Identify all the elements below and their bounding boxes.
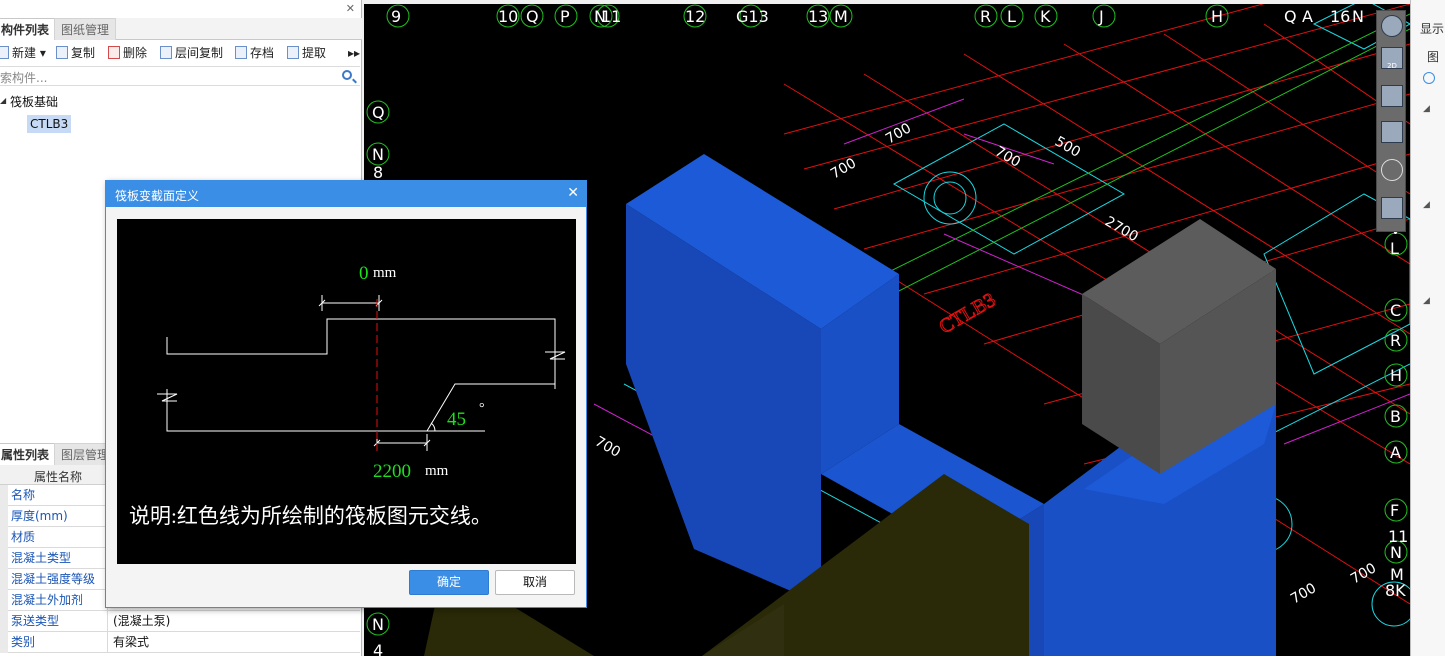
orbit-icon[interactable]: [1381, 15, 1403, 37]
dim-label: 500: [1052, 134, 1083, 161]
axis-label: M: [834, 7, 848, 26]
view-toolbar: 2D: [1376, 10, 1406, 232]
component-search[interactable]: 索构件...: [0, 66, 360, 86]
axis-label: K: [1040, 7, 1051, 26]
axis-label: 10: [498, 7, 518, 26]
axis-label: N: [372, 145, 384, 164]
axis-label: N: [1390, 543, 1402, 562]
axis-label: N: [372, 615, 384, 634]
bottom-offset-value[interactable]: 2200: [373, 461, 411, 482]
raft-variable-section-dialog: 筏板变截面定义 ✕ 0 mm 45 ° 2200 mm 说明:红色线为所绘制的筏…: [105, 180, 587, 608]
axis-label: G13: [736, 7, 769, 26]
expand-icon[interactable]: ◢: [1423, 104, 1430, 114]
axis-label: N: [1352, 7, 1364, 26]
axis-label: 9: [391, 7, 401, 26]
axis-label: H: [1211, 7, 1223, 26]
dropdown-arrow-icon[interactable]: ▾: [40, 46, 46, 60]
layer-grid-icon[interactable]: [1381, 197, 1403, 219]
floor-copy-button[interactable]: 层间复制: [160, 44, 223, 62]
display-panel-item[interactable]: 图: [1427, 48, 1439, 65]
dim-label: 700: [992, 144, 1023, 171]
axis-label: J: [1098, 7, 1104, 26]
save-icon: [235, 46, 247, 59]
axis-label: L: [1390, 239, 1399, 258]
dim-label: 700: [592, 434, 623, 461]
tab-component-list[interactable]: 构件列表: [0, 18, 57, 40]
component-toolbar: 新建 ▾ 复制 删除 层间复制 存档 提取 ▸▸: [0, 42, 362, 64]
axis-label: 4: [373, 641, 383, 656]
dim-label: 700: [1288, 580, 1319, 607]
close-icon[interactable]: ✕: [567, 185, 579, 201]
axis-label: 13: [808, 7, 828, 26]
view-box-icon[interactable]: [1381, 121, 1403, 143]
property-row[interactable]: 类别 有梁式: [0, 632, 360, 653]
dialog-title: 筏板变截面定义: [115, 189, 200, 203]
axis-label: A: [1302, 7, 1313, 26]
tree-collapse-icon[interactable]: ◢: [0, 96, 6, 105]
dialog-titlebar[interactable]: 筏板变截面定义 ✕: [106, 181, 586, 207]
expand-icon[interactable]: ◢: [1423, 200, 1430, 210]
axis-label: 12: [685, 7, 705, 26]
more-tools-icon[interactable]: ▸▸: [348, 44, 360, 62]
slope-angle-value[interactable]: 45: [447, 409, 466, 430]
axis-label: 11: [601, 7, 621, 26]
top-offset-unit: mm: [373, 265, 397, 281]
extract-button[interactable]: 提取: [287, 44, 326, 62]
bottom-offset-unit: mm: [425, 463, 449, 479]
axis-label: F: [1390, 501, 1399, 520]
search-input[interactable]: 索构件...: [0, 69, 47, 86]
degree-symbol: °: [479, 401, 485, 416]
axis-label: P: [560, 7, 570, 26]
display-radio[interactable]: [1423, 72, 1435, 84]
property-row[interactable]: 泵送类型 (混凝土泵): [0, 611, 360, 632]
panel-close-icon[interactable]: ✕: [346, 2, 355, 15]
axis-label: 8K: [1385, 581, 1406, 600]
view-3d-icon[interactable]: [1381, 85, 1403, 107]
display-panel-title: 显示: [1420, 22, 1445, 36]
tab-property-list[interactable]: 属性列表: [0, 443, 57, 465]
search-icon[interactable]: [342, 70, 352, 80]
axis-label: R: [1390, 331, 1401, 350]
new-button[interactable]: 新建 ▾: [0, 44, 46, 62]
view-2d-button[interactable]: 2D: [1381, 47, 1403, 70]
delete-icon: [108, 46, 120, 59]
ctlb3-label: CTLB3: [936, 289, 1000, 339]
save-button[interactable]: 存档: [235, 44, 274, 62]
dialog-note: 说明:红色线为所绘制的筏板图元交线。: [129, 504, 492, 528]
axis-label: R: [980, 7, 991, 26]
extract-icon: [287, 46, 299, 59]
axis-label: C: [1390, 301, 1401, 320]
section-diagram: 0 mm 45 ° 2200 mm 说明:红色线为所绘制的筏板图元交线。: [117, 219, 576, 564]
delete-button[interactable]: 删除: [108, 44, 147, 62]
dim-label: 700: [1348, 560, 1379, 587]
tree-node-ctlb3[interactable]: CTLB3: [27, 115, 72, 133]
axis-label: Q: [526, 7, 539, 26]
axis-label: 16: [1330, 7, 1350, 26]
copy-button[interactable]: 复制: [56, 44, 95, 62]
section-drawing: 0 mm 45 ° 2200 mm 说明:红色线为所绘制的筏板图元交线。: [129, 263, 566, 528]
component-tabbar: 构件列表 图纸管理: [0, 18, 362, 40]
tab-drawing-management[interactable]: 图纸管理: [54, 18, 117, 40]
floor-copy-icon: [160, 46, 172, 59]
expand-icon[interactable]: ◢: [1423, 296, 1430, 306]
ok-button[interactable]: 确定: [409, 570, 489, 595]
dim-label: 700: [828, 155, 859, 182]
rotate-icon[interactable]: [1381, 159, 1403, 181]
cancel-button[interactable]: 取消: [495, 570, 575, 595]
axis-label: A: [1390, 443, 1401, 462]
copy-icon: [56, 46, 68, 59]
axis-label: Q: [1284, 7, 1297, 26]
new-icon: [0, 46, 9, 59]
axis-label: Q: [372, 103, 385, 122]
axis-label: B: [1390, 407, 1401, 426]
axis-label: L: [1007, 7, 1016, 26]
axis-label: H: [1390, 366, 1402, 385]
tree-node-raft-foundation[interactable]: 筏板基础: [10, 93, 58, 110]
display-panel: 显示 图 ◢ ◢ ◢: [1410, 0, 1445, 656]
top-offset-value[interactable]: 0: [359, 263, 369, 284]
